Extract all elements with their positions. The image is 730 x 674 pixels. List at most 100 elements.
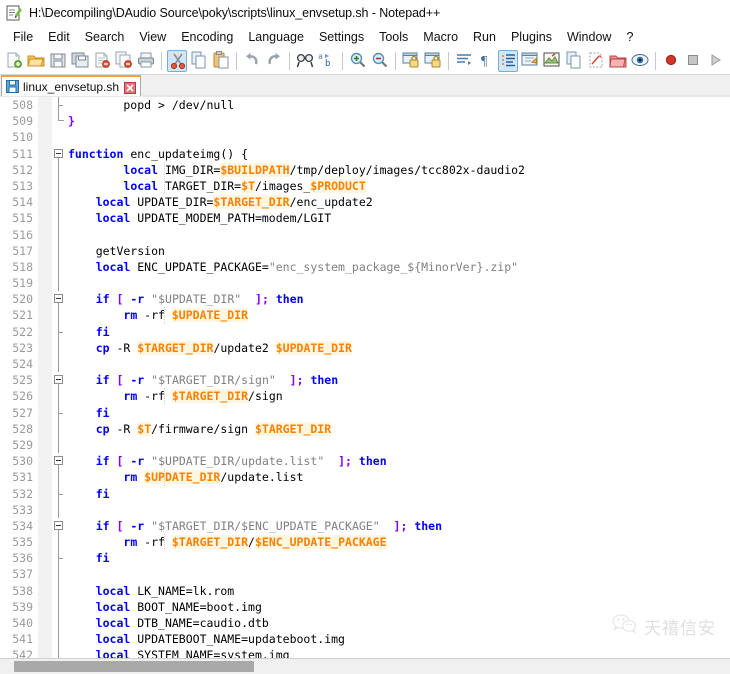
menu-item-view[interactable]: View — [132, 29, 174, 45]
code-line[interactable]: 522 fi — [0, 323, 730, 341]
document-map-icon[interactable] — [542, 50, 562, 72]
menu-item-file[interactable]: File — [6, 29, 41, 45]
code-line-content[interactable]: } — [66, 113, 730, 129]
code-line[interactable]: 523 cp -R $TARGET_DIR/update2 $UPDATE_DI… — [0, 339, 730, 357]
stop-macro-icon[interactable] — [683, 50, 703, 72]
fold-margin-cell[interactable] — [38, 436, 52, 454]
open-file-icon[interactable] — [26, 50, 46, 72]
menu-item-search[interactable]: Search — [78, 29, 133, 45]
fold-indicator-cell[interactable] — [52, 372, 66, 389]
menu-item-edit[interactable]: Edit — [41, 29, 78, 45]
menu-item-plugins[interactable]: Plugins — [504, 29, 560, 45]
fold-indicator-cell[interactable] — [52, 615, 66, 632]
code-line-content[interactable]: if [ -r "$UPDATE_DIR" ]; then — [66, 291, 730, 307]
save-icon[interactable] — [48, 50, 68, 72]
code-line[interactable]: 530 if [ -r "$UPDATE_DIR/update.list" ];… — [0, 453, 730, 470]
menu-item-macro[interactable]: Macro — [416, 29, 466, 45]
fold-margin-cell[interactable] — [38, 145, 52, 162]
fold-margin-cell[interactable] — [38, 129, 52, 146]
fold-indicator-cell[interactable] — [52, 161, 66, 179]
fold-indicator-cell[interactable] — [52, 404, 66, 421]
function-list-icon[interactable] — [564, 50, 584, 72]
fold-indicator-cell[interactable] — [52, 177, 66, 195]
tab-linux-envsetup-sh[interactable]: linux_envsetup.sh — [1, 75, 142, 96]
menu-item-encoding[interactable]: Encoding — [174, 29, 241, 45]
fold-collapse-box[interactable] — [54, 294, 63, 304]
playback-macro-icon[interactable] — [705, 50, 725, 72]
code-line-content[interactable]: fi — [66, 486, 730, 502]
fold-indicator-cell[interactable] — [52, 631, 66, 648]
fold-margin-cell[interactable] — [38, 517, 52, 535]
fold-margin-cell[interactable] — [38, 550, 52, 567]
menu-item-tools[interactable]: Tools — [372, 29, 416, 45]
code-line-content[interactable]: rm -rf $UPDATE_DIR — [66, 307, 730, 324]
fold-margin-cell[interactable] — [38, 615, 52, 632]
fold-indicator-cell[interactable] — [52, 97, 66, 114]
fold-indicator-cell[interactable] — [52, 582, 66, 600]
code-line-content[interactable]: local UPDATEBOOT_NAME=updateboot.img — [66, 631, 730, 647]
paste-icon[interactable] — [211, 50, 231, 72]
cut-icon[interactable] — [167, 49, 187, 72]
code-line[interactable]: 537 — [0, 566, 730, 583]
fold-margin-cell[interactable] — [38, 307, 52, 324]
code-line-content[interactable]: cp -R $T/firmware/sign $TARGET_DIR — [66, 421, 730, 437]
zoom-out-icon[interactable] — [370, 50, 390, 72]
fold-margin-cell[interactable] — [38, 420, 52, 437]
fold-margin-cell[interactable] — [38, 291, 52, 308]
fold-collapse-box[interactable] — [54, 520, 63, 530]
code-line[interactable]: 525 if [ -r "$TARGET_DIR/sign" ]; then — [0, 372, 730, 389]
code-line-content[interactable]: local UPDATE_MODEM_PATH=modem/LGIT — [66, 210, 730, 226]
fold-indicator-cell[interactable] — [52, 242, 66, 260]
fold-margin-cell[interactable] — [38, 582, 52, 599]
fold-indicator-cell[interactable] — [52, 113, 66, 130]
code-line-content[interactable]: local IMG_DIR=$BUILDPATH/tmp/deploy/imag… — [66, 161, 730, 178]
code-line[interactable]: 527 fi — [0, 404, 730, 421]
fold-margin-cell[interactable] — [38, 485, 52, 502]
new-file-icon[interactable] — [4, 50, 24, 72]
show-all-characters-icon[interactable]: ¶ — [476, 50, 496, 72]
code-line[interactable]: 519 — [0, 275, 730, 292]
code-line-content[interactable]: local DTB_NAME=caudio.dtb — [66, 615, 730, 631]
code-line[interactable]: 541 local UPDATEBOOT_NAME=updateboot.img — [0, 631, 730, 648]
code-line[interactable]: 542 local SYSTEM_NAME=system.img — [0, 647, 730, 658]
code-line[interactable]: 516 — [0, 226, 730, 243]
fold-margin-cell[interactable] — [38, 339, 52, 356]
save-all-icon[interactable] — [70, 50, 90, 72]
code-line[interactable]: 514 local UPDATE_DIR=$TARGET_DIR/enc_upd… — [0, 194, 730, 211]
code-line-content[interactable]: local ENC_UPDATE_PACKAGE="enc_system_pac… — [66, 259, 730, 275]
fold-indicator-cell[interactable] — [52, 566, 66, 583]
code-line-content[interactable]: cp -R $TARGET_DIR/update2 $UPDATE_DIR — [66, 340, 730, 356]
code-line[interactable]: 531 rm $UPDATE_DIR/update.list — [0, 469, 730, 486]
code-line-content[interactable] — [66, 502, 730, 518]
code-line[interactable]: 539 local BOOT_NAME=boot.img — [0, 598, 730, 616]
fold-indicator-cell[interactable] — [52, 323, 66, 341]
monitoring-eye-icon[interactable] — [630, 50, 650, 72]
fold-indicator-cell[interactable] — [52, 258, 66, 276]
close-red-icon[interactable] — [124, 81, 137, 94]
fold-margin-cell[interactable] — [38, 113, 52, 130]
code-line[interactable]: 521 rm -rf $UPDATE_DIR — [0, 307, 730, 324]
code-line-content[interactable]: fi — [66, 405, 730, 421]
code-line-content[interactable]: local BOOT_NAME=boot.img — [66, 599, 730, 615]
code-line-content[interactable]: local SYSTEM_NAME=system.img — [66, 647, 730, 658]
code-editor[interactable]: 508 popd > /dev/null 509} 510 511 function e… — [0, 97, 730, 658]
code-line[interactable]: 534 if [ -r "$TARGET_DIR/$ENC_UPDATE_PAC… — [0, 517, 730, 535]
fold-indicator-cell[interactable] — [52, 436, 66, 454]
fold-indicator-cell[interactable] — [52, 291, 66, 308]
code-line-content[interactable]: if [ -r "$UPDATE_DIR/update.list" ]; the… — [66, 453, 730, 469]
close-all-icon[interactable] — [114, 50, 134, 72]
fold-indicator-cell[interactable] — [52, 194, 66, 211]
fold-margin-cell[interactable] — [38, 501, 52, 518]
code-line[interactable]: 528 cp -R $T/firmware/sign $TARGET_DIR — [0, 420, 730, 438]
replace-icon[interactable]: ab — [317, 50, 337, 72]
menu-item-help[interactable]: ? — [619, 29, 641, 45]
code-line[interactable]: 538 local LK_NAME=lk.rom — [0, 582, 730, 600]
copy-icon[interactable] — [189, 50, 209, 72]
zoom-in-icon[interactable] — [348, 50, 368, 72]
find-icon[interactable] — [295, 50, 315, 72]
code-line[interactable]: 513 local TARGET_DIR=$T/images_$PRODUCT — [0, 177, 730, 195]
code-line[interactable]: 540 local DTB_NAME=caudio.dtb — [0, 615, 730, 632]
fold-margin-cell[interactable] — [38, 356, 52, 373]
folder-as-workspace-icon[interactable] — [586, 50, 606, 72]
code-line-content[interactable]: rm $UPDATE_DIR/update.list — [66, 469, 730, 486]
